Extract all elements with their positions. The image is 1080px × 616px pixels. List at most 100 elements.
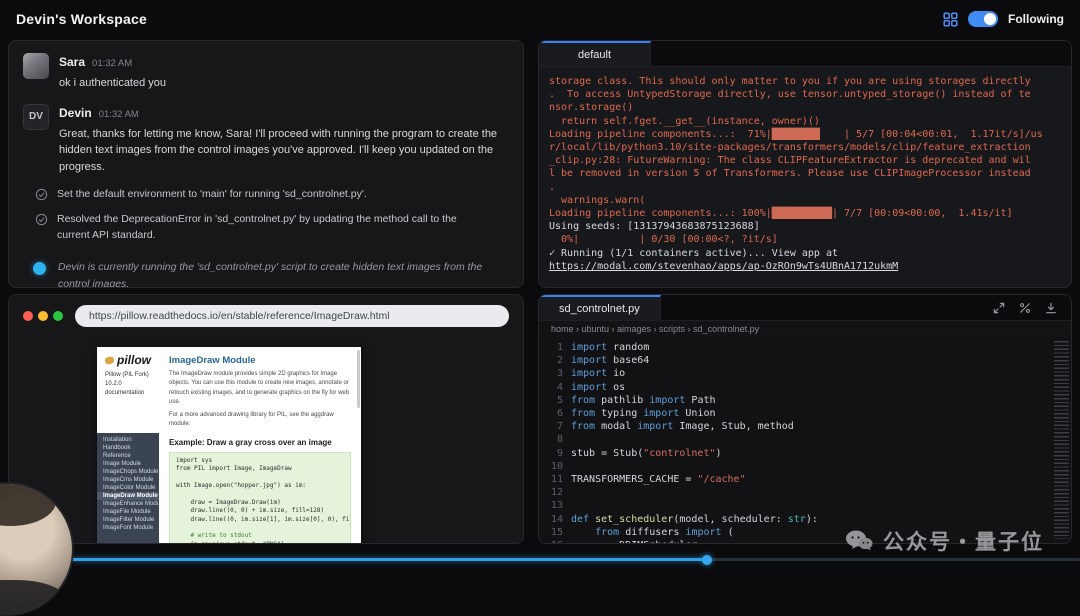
terminal-text: Using seeds: [13137943683875123688] — [549, 221, 760, 233]
doc-nav-item[interactable]: ImageCms Module — [97, 476, 159, 484]
watermark-text: 公众号・量子位 — [883, 530, 1044, 554]
code-token: Union — [679, 408, 716, 420]
code-token: from — [571, 421, 596, 433]
editor-tab-sd-controlnet[interactable]: sd_controlnet.py — [539, 295, 661, 320]
url-input[interactable]: https://pillow.readthedocs.io/en/stable/… — [75, 305, 509, 327]
following-toggle[interactable] — [968, 11, 998, 27]
doc-nav-item[interactable]: ImageFile Module — [97, 508, 159, 516]
timeline-track[interactable] — [72, 554, 1080, 565]
code-line: TRANSFORMERS_CACHE = "/cache" — [571, 473, 1054, 486]
redacted-block: ██████████ — [771, 208, 832, 220]
doc-code-line: draw.line((0, 0) + im.size, fill=128) — [176, 507, 325, 515]
browser-panel: https://pillow.readthedocs.io/en/stable/… — [8, 294, 524, 544]
code-line: import base64 — [571, 354, 1054, 367]
task-item: Set the default environment to 'main' fo… — [35, 187, 509, 203]
code-token: import — [643, 408, 680, 420]
line-number: 2 — [556, 355, 563, 367]
terminal-tab-default[interactable]: default — [539, 41, 651, 66]
code-token: set_scheduler — [589, 513, 674, 525]
expand-icon[interactable] — [993, 302, 1005, 314]
code-token: ) — [715, 447, 722, 459]
timeline-thumb[interactable] — [702, 554, 713, 565]
toggle-knob — [984, 13, 996, 25]
terminal-link[interactable]: https://modal.com/stevenhao/apps/ap-OzRO… — [549, 261, 898, 272]
doc-nav-item[interactable]: ImageDraw Module — [97, 492, 159, 500]
percent-icon[interactable] — [1019, 302, 1031, 314]
zoom-button[interactable] — [53, 311, 63, 321]
pillow-logo[interactable]: pillow — [97, 347, 159, 367]
message-time: 01:32 AM — [98, 108, 139, 120]
code-token: import — [685, 526, 722, 538]
code-token: base64 — [607, 355, 650, 367]
docs-project-label: Pillow (PIL Fork) 10.2.0 documentation — [97, 367, 159, 404]
minimize-button[interactable] — [38, 311, 48, 321]
terminal-line: storage class. This should only matter t… — [549, 75, 1061, 88]
message-header: Sara 01:32 AM — [59, 53, 166, 71]
code-line: stub = Stub("controlnet") — [571, 447, 1054, 460]
terminal-text: . To access UntypedStorage directly, use… — [549, 89, 1031, 101]
doc-nav-item[interactable]: ImageColor Module — [97, 484, 159, 492]
doc-nav-item[interactable]: ImageEnhance Module — [97, 500, 159, 508]
close-button[interactable] — [23, 311, 33, 321]
terminal-line: Using seeds: [13137943683875123688] — [549, 220, 1061, 233]
doc-code-line — [176, 490, 344, 498]
task-text: Set the default environment to 'main' fo… — [57, 188, 367, 200]
code-editor[interactable]: 12345678910111213141516 import randomimp… — [539, 337, 1071, 543]
doc-nav-item[interactable]: ImageFilter Module — [97, 516, 159, 524]
terminal-line: 0%| | 0/30 [00:00<?, ?it/s] — [549, 233, 1061, 246]
terminal-line: ✓ Running (1/1 containers active)... Vie… — [549, 247, 1061, 260]
chat-message-sara: Sara 01:32 AM ok i authenticated you — [23, 53, 509, 92]
page-scrollbar[interactable] — [357, 350, 360, 408]
doc-nav-item[interactable]: Handbook — [97, 444, 159, 452]
timeline-fill — [72, 558, 708, 561]
minimap[interactable] — [1054, 341, 1069, 539]
doc-nav-item[interactable]: Reference — [97, 452, 159, 460]
terminal-text: l be removed in version 5 of Transformer… — [549, 168, 1031, 180]
doc-code-line: import sys — [176, 456, 213, 464]
chat-body: Sara 01:32 AM ok i authenticated you DV D… — [9, 41, 523, 287]
code-token: ): — [805, 513, 818, 525]
code-token: ( — [721, 526, 734, 538]
check-circle-icon — [35, 213, 48, 225]
doc-nav-item[interactable]: ImageChops Module — [97, 468, 159, 476]
doc-nav-item[interactable]: ImageFont Module — [97, 524, 159, 532]
terminal-line: l be removed in version 5 of Transformer… — [549, 167, 1061, 180]
code-token: pathlib — [595, 394, 650, 406]
editor-tabbar: sd_controlnet.py — [539, 295, 1071, 321]
doc-nav-item[interactable]: Image Module — [97, 460, 159, 468]
avatar-devin: DV — [23, 103, 49, 130]
pillow-logo-icon — [104, 355, 115, 365]
terminal-text: | 5/7 [00:04<00:01, 1.17it/s]/us — [819, 128, 1043, 140]
line-number: 6 — [556, 408, 563, 420]
code-token: (model, scheduler: — [673, 513, 788, 525]
terminal-text: _clip.py:28: FutureWarning: The class CL… — [549, 155, 1031, 167]
line-number: 14 — [550, 513, 563, 525]
doc-nav-item[interactable]: Installation — [97, 436, 159, 444]
docs-main: ImageDraw Module The ImageDraw module pr… — [159, 347, 361, 543]
watermark: 公众号・量子位 — [845, 526, 1044, 556]
docs-intro2: For a more advanced drawing library for … — [169, 412, 334, 428]
terminal-output[interactable]: storage class. This should only matter t… — [539, 67, 1071, 287]
line-number: 8 — [556, 434, 563, 446]
browser-viewport: pillow Pillow (PIL Fork) 10.2.0 document… — [9, 337, 523, 543]
grid-icon[interactable] — [943, 11, 958, 27]
terminal-line: nsor.storage() — [549, 101, 1061, 114]
doc-code-line — [176, 474, 344, 482]
message-time: 01:32 AM — [92, 58, 133, 69]
download-icon[interactable] — [1045, 302, 1057, 314]
pillow-logo-text: pillow — [117, 353, 151, 367]
code-token: import — [571, 368, 608, 380]
code-content[interactable]: import random import base64 import io impor… — [571, 337, 1054, 543]
line-number: 11 — [550, 474, 563, 486]
code-token: diffusers — [619, 526, 686, 538]
author-name: Sara — [59, 55, 86, 69]
code-token: Image, Stub, method — [673, 421, 794, 433]
browser-toolbar: https://pillow.readthedocs.io/en/stable/… — [9, 295, 523, 337]
doc-code-line: # write to stdout — [176, 532, 252, 540]
editor-breadcrumb[interactable]: home › ubuntu › aimages › scripts › sd_c… — [539, 321, 1071, 337]
code-line: import io — [571, 367, 1054, 380]
project-version: 10.2.0 — [105, 381, 122, 387]
code-line: from typing import Union — [571, 407, 1054, 420]
